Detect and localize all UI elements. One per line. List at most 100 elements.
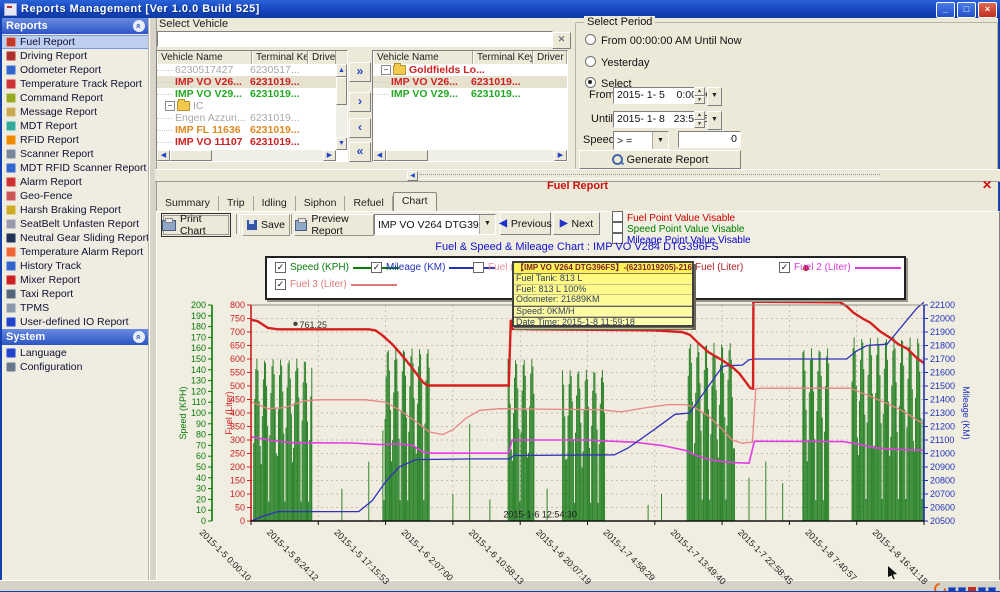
sidebar-item-seatbelt-unfasten-report[interactable]: SeatBelt Unfasten Report bbox=[2, 217, 148, 231]
sidebar-section-reports[interactable]: Reports« bbox=[2, 18, 148, 34]
vehicle-row[interactable]: IMP VO V26...6231019... bbox=[157, 76, 347, 88]
column-header-driver-nam[interactable]: Driver Nam bbox=[533, 51, 567, 64]
sidebar-item-mixer-report[interactable]: Mixer Report bbox=[2, 273, 148, 287]
clear-search-button[interactable]: ✕ bbox=[552, 32, 571, 49]
speed-operator-combo[interactable]: > =▼ bbox=[613, 131, 669, 150]
vehicle-row[interactable]: IMP VO 111076231019... bbox=[157, 136, 347, 148]
scroll-thumb[interactable] bbox=[386, 150, 428, 161]
column-header-driver-nam[interactable]: Driver Nam bbox=[308, 51, 336, 64]
sidebar-item-temperature-track-report[interactable]: Temperature Track Report bbox=[2, 77, 148, 91]
restore-button[interactable]: □ bbox=[957, 2, 976, 18]
vehicle-combo[interactable]: IMP VO V264 DTG396FS ▼ bbox=[374, 214, 496, 235]
scroll-thumb[interactable] bbox=[170, 150, 212, 161]
vehicle-row[interactable]: IMP VO V29...6231019... bbox=[373, 88, 567, 100]
checkbox-checked-icon[interactable]: ✓ bbox=[371, 262, 382, 273]
sidebar-section-system[interactable]: System« bbox=[2, 329, 148, 345]
column-header-terminal-key[interactable]: Terminal Key bbox=[473, 51, 533, 64]
vehicle-search-input[interactable] bbox=[157, 31, 553, 47]
folder-row[interactable]: −Goldfields Lo... bbox=[373, 64, 567, 76]
sidebar-item-rfid-report[interactable]: RFID Report bbox=[2, 133, 148, 147]
move-all-right-button[interactable]: » bbox=[349, 62, 371, 82]
from-date-field[interactable]: 2015- 1- 5 0:00:00 bbox=[613, 87, 695, 104]
scroll-right-icon[interactable]: ▶ bbox=[323, 150, 336, 161]
print-chart-button[interactable]: Print Chart bbox=[161, 213, 231, 237]
scroll-left-icon[interactable]: ◀ bbox=[157, 150, 170, 161]
next-button[interactable]: ▶ Next bbox=[553, 212, 600, 235]
checkbox-icon[interactable] bbox=[612, 222, 623, 233]
tab-chart[interactable]: Chart bbox=[393, 192, 437, 212]
until-date-field[interactable]: 2015- 1- 8 23:59:59 bbox=[613, 111, 695, 128]
sidebar-item-command-report[interactable]: Command Report bbox=[2, 91, 148, 105]
until-date-spinner[interactable]: ▲▼ bbox=[694, 111, 705, 128]
preview-report-button[interactable]: Preview Report bbox=[294, 214, 374, 236]
speed-value-input[interactable]: 0 bbox=[678, 131, 741, 148]
scroll-track[interactable] bbox=[212, 150, 323, 161]
sidebar-item-fuel-report[interactable]: Fuel Report bbox=[2, 35, 148, 49]
sidebar-item-alarm-report[interactable]: Alarm Report bbox=[2, 175, 148, 189]
sidebar-item-geo-fence[interactable]: Geo-Fence bbox=[2, 189, 148, 203]
folder-row[interactable]: −IC bbox=[157, 100, 347, 112]
sidebar-item-message-report[interactable]: Message Report bbox=[2, 105, 148, 119]
checkbox-checked-icon[interactable]: ✓ bbox=[275, 279, 286, 290]
sidebar-item-harsh-braking-report[interactable]: Harsh Braking Report bbox=[2, 203, 148, 217]
vehicle-row[interactable]: 62305174276230517... bbox=[157, 64, 347, 76]
scroll-left-icon[interactable]: ◀ bbox=[373, 150, 386, 161]
checkbox-checked-icon[interactable]: ✓ bbox=[779, 262, 790, 273]
until-date-dropdown[interactable]: ▼ bbox=[707, 111, 722, 130]
vehicle-row[interactable]: IMP FL 116366231019... bbox=[157, 124, 347, 136]
close-report-button[interactable]: ✕ bbox=[980, 178, 994, 192]
legend-item-fuel-2-liter[interactable]: ✓Fuel 2 (Liter) bbox=[779, 262, 901, 273]
vehicle-row[interactable]: IMP VO V29...6231019... bbox=[157, 88, 347, 100]
move-left-button[interactable]: ‹ bbox=[349, 118, 371, 138]
vehicle-row[interactable]: IMP VO V26...6231019... bbox=[373, 76, 567, 88]
sidebar-item-history-track[interactable]: History Track bbox=[2, 259, 148, 273]
generate-report-button[interactable]: Generate Report bbox=[579, 150, 741, 169]
checkbox-checked-icon[interactable]: ✓ bbox=[275, 262, 286, 273]
sidebar-item-neutral-gear-sliding-report[interactable]: Neutral Gear Sliding Report bbox=[2, 231, 148, 245]
sidebar-item-tpms[interactable]: TPMS bbox=[2, 301, 148, 315]
horizontal-scrollbar[interactable]: ◀▶ bbox=[157, 150, 336, 161]
scroll-track[interactable] bbox=[428, 150, 554, 161]
save-button[interactable]: Save bbox=[242, 214, 290, 236]
period-option-yesterday[interactable]: Yesterday bbox=[585, 56, 650, 69]
column-header-vehicle-name[interactable]: Vehicle Name bbox=[373, 51, 473, 64]
sidebar-item-user-defined-io-report[interactable]: User-defined IO Report bbox=[2, 315, 148, 329]
vehicle-combo-dropdown-icon[interactable]: ▼ bbox=[479, 215, 495, 234]
collapse-icon[interactable]: − bbox=[165, 101, 175, 111]
tab-trip[interactable]: Trip bbox=[219, 196, 254, 211]
tab-summary[interactable]: Summary bbox=[157, 196, 219, 211]
scroll-down-icon[interactable]: ▼ bbox=[336, 137, 347, 150]
from-date-dropdown[interactable]: ▼ bbox=[707, 87, 722, 106]
sidebar-item-configuration[interactable]: Configuration bbox=[2, 360, 148, 374]
tab-siphon[interactable]: Siphon bbox=[296, 196, 346, 211]
tab-refuel[interactable]: Refuel bbox=[345, 196, 392, 211]
tab-idling[interactable]: Idling bbox=[254, 196, 296, 211]
legend-item-fuel-3-liter[interactable]: ✓Fuel 3 (Liter) bbox=[275, 279, 397, 290]
column-header-terminal-key[interactable]: Terminal Key bbox=[252, 51, 308, 64]
checkbox-icon[interactable] bbox=[473, 262, 484, 273]
scroll-up-icon[interactable]: ▲ bbox=[336, 64, 347, 77]
sidebar-item-taxi-report[interactable]: Taxi Report bbox=[2, 287, 148, 301]
sidebar-item-temperature-alarm-report[interactable]: Temperature Alarm Report bbox=[2, 245, 148, 259]
horizontal-scrollbar[interactable]: ◀▶ bbox=[373, 150, 567, 161]
previous-button[interactable]: ◀ Previous bbox=[500, 212, 551, 235]
move-all-left-button[interactable]: « bbox=[349, 142, 371, 162]
chevron-up-icon[interactable]: « bbox=[133, 331, 145, 343]
period-option-from-00-00-00-am-until-now[interactable]: From 00:00:00 AM Until Now bbox=[585, 34, 742, 47]
radio-icon[interactable] bbox=[585, 56, 596, 67]
chevron-up-icon[interactable]: « bbox=[133, 20, 145, 32]
radio-icon[interactable] bbox=[585, 34, 596, 45]
speed-operator-dropd-icon[interactable]: ▼ bbox=[652, 132, 668, 149]
collapse-icon[interactable]: − bbox=[381, 65, 391, 75]
sidebar-item-driving-report[interactable]: Driving Report bbox=[2, 49, 148, 63]
sidebar-item-odometer-report[interactable]: Odometer Report bbox=[2, 63, 148, 77]
radio-selected-icon[interactable] bbox=[585, 77, 596, 88]
scroll-right-icon[interactable]: ▶ bbox=[554, 150, 567, 161]
vertical-scrollbar[interactable]: ▲▼ bbox=[336, 64, 347, 150]
column-header-vehicle-name[interactable]: Vehicle Name bbox=[157, 51, 252, 64]
from-date-spinner[interactable]: ▲▼ bbox=[694, 87, 705, 104]
sidebar-item-scanner-report[interactable]: Scanner Report bbox=[2, 147, 148, 161]
sidebar-item-mdt-report[interactable]: MDT Report bbox=[2, 119, 148, 133]
close-button[interactable]: × bbox=[978, 2, 997, 18]
scroll-thumb[interactable] bbox=[336, 77, 347, 105]
